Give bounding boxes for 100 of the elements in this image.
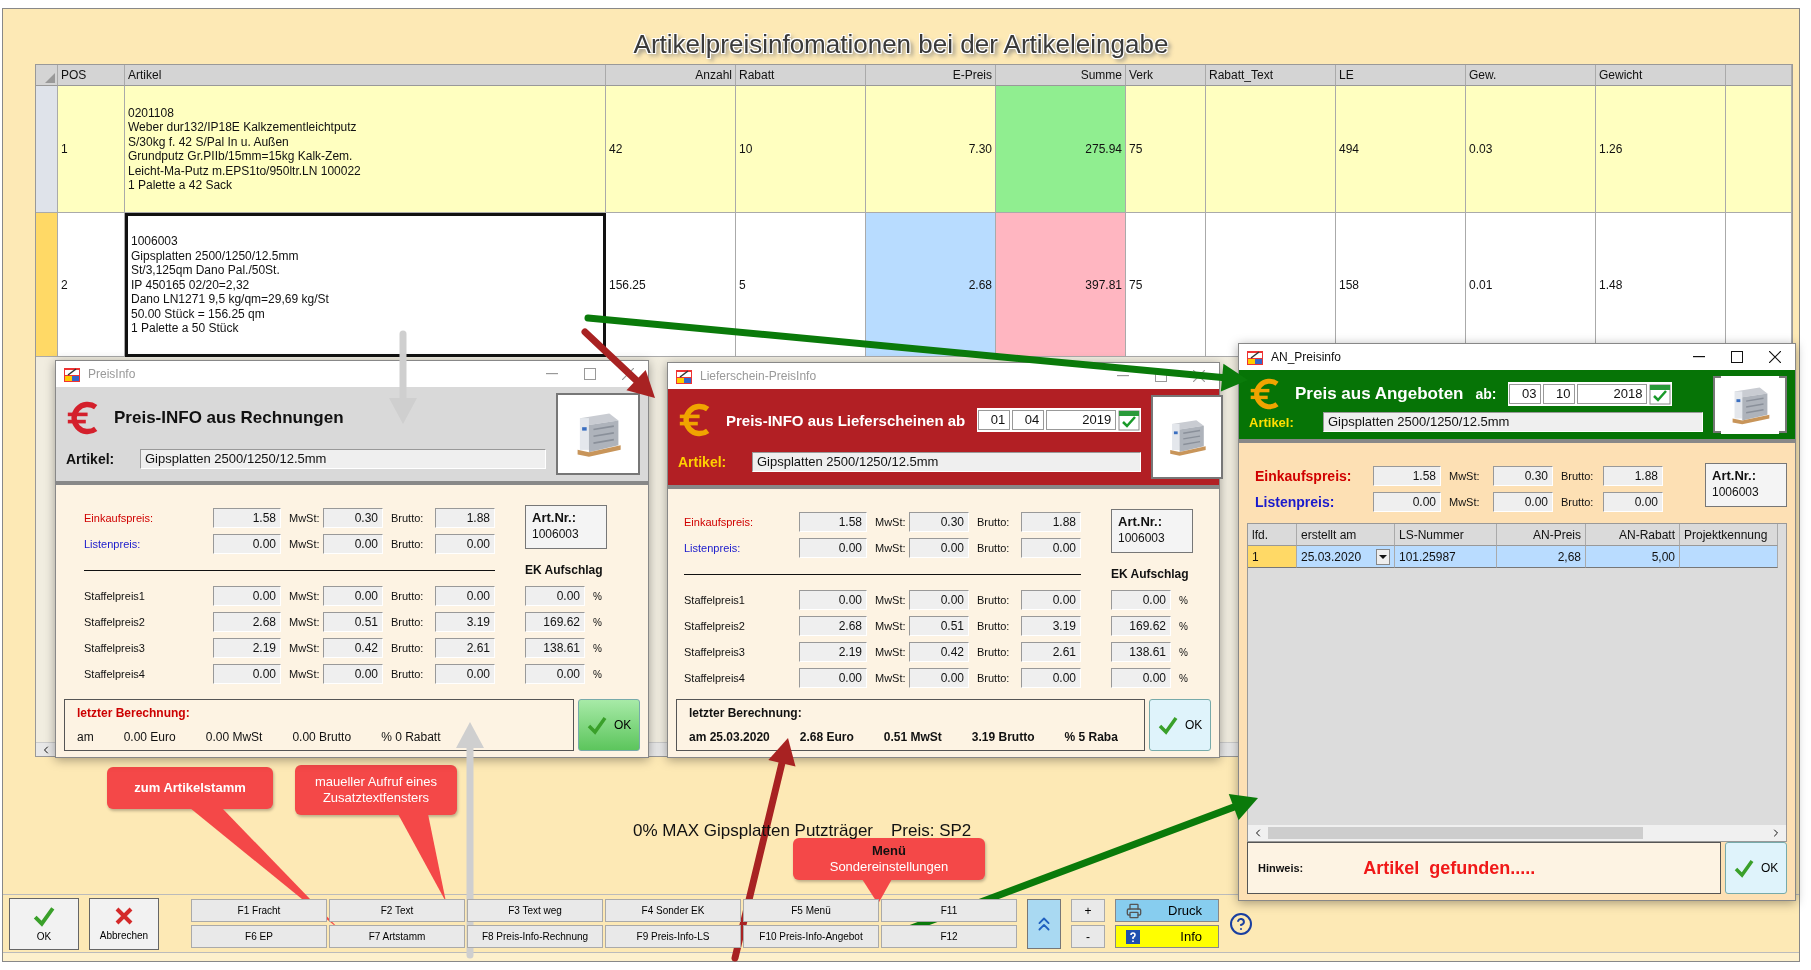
vat-field[interactable]: 0.00 [1493,492,1553,512]
price-field[interactable]: 1.58 [1373,466,1441,486]
gross-field[interactable]: 0.00 [1021,590,1081,610]
date-field[interactable]: 01 [978,410,1011,430]
gross-field[interactable]: 0.00 [435,664,495,684]
price-field[interactable]: 0.00 [213,664,281,684]
print-button[interactable]: Druck [1115,899,1219,922]
gross-field[interactable]: 0.00 [435,586,495,606]
markup-field[interactable]: 169.62 [1111,616,1171,636]
vat-field[interactable]: 0.00 [323,586,383,606]
markup-field[interactable]: 169.62 [525,612,585,632]
markup-field[interactable]: 0.00 [525,586,585,606]
column-header[interactable]: Rabatt_Text [1206,65,1336,86]
price-field[interactable]: 1.58 [799,512,867,532]
markup-field[interactable]: 0.00 [1111,590,1171,610]
column-header[interactable]: POS [58,65,125,86]
price-field[interactable]: 0.00 [213,534,281,554]
price-field[interactable]: 0.00 [799,538,867,558]
function-key-button[interactable]: F7 Artstamm [329,925,465,948]
column-header[interactable]: LE [1336,65,1466,86]
ok-button[interactable]: OK [1725,842,1787,894]
ok-button[interactable]: OK [1149,699,1211,751]
vat-field[interactable]: 0.51 [909,616,969,636]
column-header[interactable]: Anzahl [606,65,736,86]
function-key-button[interactable]: F2 Text [329,899,465,922]
vat-field[interactable]: 0.30 [1493,466,1553,486]
plus-button[interactable]: + [1071,899,1105,922]
gross-field[interactable]: 2.61 [1021,642,1081,662]
price-field[interactable]: 1.58 [213,508,281,528]
gross-field[interactable]: 0.00 [435,534,495,554]
vat-field[interactable]: 0.00 [909,590,969,610]
gross-field[interactable]: 2.61 [435,638,495,658]
cancel-button[interactable]: Abbrechen [89,897,159,950]
column-header[interactable]: Gewicht [1596,65,1726,86]
markup-field[interactable]: 0.00 [1111,668,1171,688]
markup-field[interactable]: 0.00 [525,664,585,684]
date-field[interactable]: 03 [1509,383,1542,404]
vat-field[interactable]: 0.42 [323,638,383,658]
price-field[interactable]: 2.68 [799,616,867,636]
function-key-button[interactable]: F3 Text weg [467,899,603,922]
gross-field[interactable]: 3.19 [1021,616,1081,636]
markup-field[interactable]: 138.61 [525,638,585,658]
function-key-button[interactable]: F10 Preis-Info-Angebot [743,925,879,948]
field-label: MwSt: [288,642,320,654]
ok-button[interactable]: OK [578,699,640,751]
column-header[interactable]: Projektkennung [1680,524,1778,546]
vat-field[interactable]: 0.00 [909,668,969,688]
markup-field[interactable]: 138.61 [1111,642,1171,662]
column-header[interactable]: Gew. [1466,65,1596,86]
column-header[interactable]: E-Preis [866,65,996,86]
info-button[interactable]: Info [1115,925,1219,948]
column-header[interactable]: AN-Rabatt [1586,524,1680,546]
gross-field[interactable]: 0.00 [1021,668,1081,688]
column-header[interactable]: lfd. [1248,524,1297,546]
price-field[interactable]: 0.00 [1373,492,1441,512]
price-field[interactable]: 2.19 [799,642,867,662]
function-key-button[interactable]: F11 [881,899,1017,922]
price-field[interactable]: 0.00 [213,586,281,606]
price-field[interactable]: 0.00 [799,590,867,610]
vat-field[interactable]: 0.30 [323,508,383,528]
vat-field[interactable]: 0.00 [323,664,383,684]
function-key-button[interactable]: F5 Menü [743,899,879,922]
gross-field[interactable]: 0.00 [1021,538,1081,558]
column-header[interactable]: AN-Preis [1497,524,1586,546]
function-key-button[interactable]: F1 Fracht [191,899,327,922]
column-header[interactable]: Artikel [125,65,606,86]
column-header[interactable]: Rabatt [736,65,866,86]
date-field[interactable]: 04 [1012,410,1045,430]
date-field[interactable]: 2019 [1046,410,1117,430]
gross-field[interactable]: 1.88 [1603,466,1663,486]
column-header[interactable]: Verk [1126,65,1206,86]
function-key-button[interactable]: F6 EP [191,925,327,948]
column-header[interactable]: Summe [996,65,1126,86]
date-field[interactable]: 10 [1543,383,1576,404]
gross-field[interactable]: 1.88 [1021,512,1081,532]
date-field[interactable]: 2018 [1577,383,1648,404]
minus-button[interactable]: - [1071,925,1105,948]
article-field[interactable]: Gipsplatten 2500/1250/12.5mm [140,448,546,469]
field-label: MwSt: [874,594,906,606]
article-number: 1006003 [1118,531,1166,545]
function-key-button[interactable]: F9 Preis-Info-LS [605,925,741,948]
gross-field[interactable]: 0.00 [1603,492,1663,512]
gross-field[interactable]: 3.19 [435,612,495,632]
column-header[interactable]: LS-Nummer [1395,524,1497,546]
vat-field[interactable]: 0.00 [323,534,383,554]
vat-field[interactable]: 0.00 [909,538,969,558]
price-field[interactable]: 0.00 [799,668,867,688]
ok-button[interactable]: OK [9,897,79,950]
article-field[interactable]: Gipsplatten 2500/1250/12.5mm [1323,412,1703,433]
article-field[interactable]: Gipsplatten 2500/1250/12.5mm [752,452,1142,472]
price-field[interactable]: 2.19 [213,638,281,658]
column-header[interactable]: erstellt am [1297,524,1395,546]
vat-field[interactable]: 0.30 [909,512,969,532]
function-key-button[interactable]: F4 Sonder EK [605,899,741,922]
vat-field[interactable]: 0.42 [909,642,969,662]
function-key-button[interactable]: F8 Preis-Info-Rechnung [467,925,603,948]
function-key-button[interactable]: F12 [881,925,1017,948]
price-field[interactable]: 2.68 [213,612,281,632]
gross-field[interactable]: 1.88 [435,508,495,528]
vat-field[interactable]: 0.51 [323,612,383,632]
